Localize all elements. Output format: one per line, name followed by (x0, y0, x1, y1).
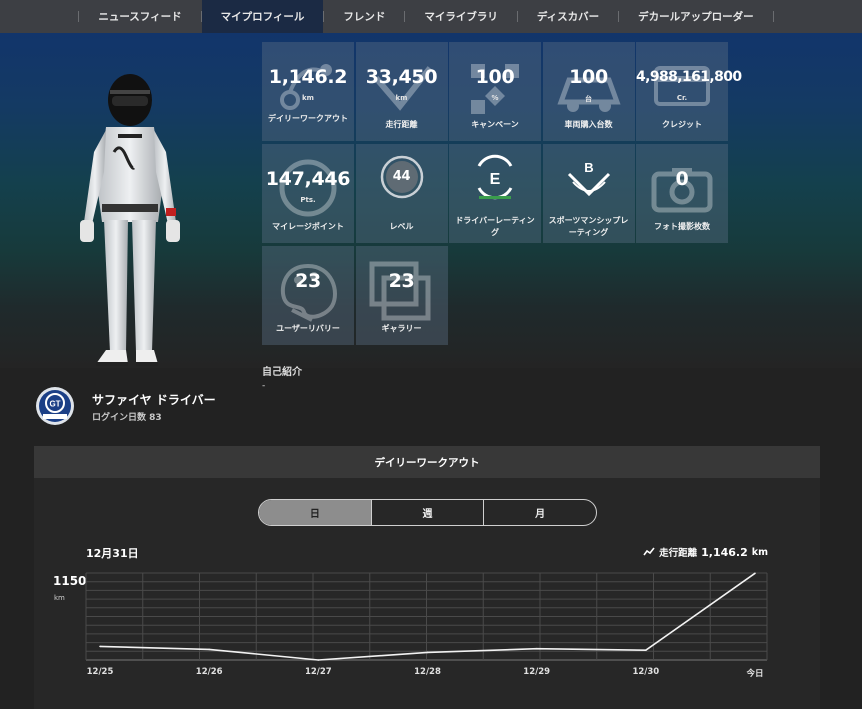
stat-label: レベル (389, 222, 414, 231)
stat-label: マイレージポイント (272, 222, 344, 231)
stat-label: ユーザーリバリー (276, 324, 340, 333)
chart-date: 12月31日 (86, 547, 139, 560)
nav-item-2[interactable]: フレンド (324, 0, 404, 33)
nav-item-4[interactable]: ディスカバー (518, 0, 618, 33)
stat-value: 4,988,161,800 (636, 69, 742, 85)
driver-avatar (80, 74, 180, 366)
stat-tile-3[interactable]: 100 台車両購入台数 (542, 42, 635, 141)
y-axis-max-label: 1150 (53, 574, 87, 588)
nav-item-5[interactable]: デカールアップローダー (619, 0, 773, 33)
stat-tile-5[interactable]: 147,446 Pts. マイレージポイント (262, 144, 354, 243)
stat-label: 車両購入台数 (564, 120, 613, 129)
stat-tile-6[interactable]: 44 レベル (355, 144, 448, 243)
stat-tile-2[interactable]: 100% キャンペーン (449, 42, 541, 141)
stat-label: ドライバーレーティング (455, 216, 535, 237)
stat-label: クレジット (662, 120, 702, 129)
stat-tile-9[interactable]: 0 フォト撮影枚数 (636, 144, 728, 243)
stat-value: 23 (388, 270, 415, 292)
stat-value: 33,450 (365, 66, 438, 88)
stat-tile-10[interactable]: 23 ユーザーリバリー (262, 246, 354, 345)
period-tab-1[interactable]: 週 (372, 500, 485, 525)
stat-label: フォト撮影枚数 (654, 222, 710, 231)
nav-item-1[interactable]: マイプロフィール (201, 0, 324, 33)
stat-label: キャンペーン (471, 120, 519, 129)
nav-list: ニュースフィード マイプロフィール フレンド マイライブラリ ディスカバー デカールアップ… (78, 0, 774, 33)
stat-tile-4[interactable]: 4,988,161,800 Cr. クレジット (636, 42, 742, 141)
period-tab-2[interactable]: 月 (484, 500, 596, 525)
distance-unit: km (751, 546, 768, 558)
x-tick-label: 今日 (746, 669, 764, 679)
distance-label: 走行距離 (659, 548, 698, 559)
distance-value: 1,146.2 (701, 545, 748, 559)
sportsmanship-rating-b-icon: B (567, 160, 610, 197)
driver-rating-letter: E (490, 171, 501, 188)
stat-tile-11[interactable]: 23 ギャラリー (355, 246, 448, 345)
profile-username: サファイヤ ドライバー (92, 393, 216, 407)
nav-item-0[interactable]: ニュースフィード (79, 0, 200, 33)
x-tick-label: 12/29 (523, 667, 551, 677)
trend-line-icon (643, 547, 655, 556)
stat-value: 147,446 (265, 168, 351, 190)
stat-value: 100 (475, 66, 515, 88)
stat-tile-7[interactable]: E ドライバーレーティング (449, 144, 541, 243)
stat-unit: Pts. (300, 196, 316, 204)
sportsmanship-rating-letter: B (584, 160, 593, 175)
stat-value: 1,146.2 (268, 66, 348, 88)
distance-summary: 走行距離 1,146.2 km (643, 545, 768, 559)
stat-unit: % (491, 94, 499, 102)
stat-unit: 台 (585, 95, 592, 103)
workout-panel-header: デイリーワークアウト (34, 446, 820, 478)
x-tick-label: 12/25 (86, 667, 114, 677)
stat-value: 100 (569, 66, 608, 88)
stat-label: 走行距離 (385, 120, 418, 129)
x-tick-label: 12/30 (632, 667, 660, 677)
driver-rating-e-icon: E (477, 154, 513, 200)
x-tick-label: 12/26 (195, 667, 223, 677)
stat-value: 0 (675, 168, 689, 190)
period-tab-0[interactable]: 日 (259, 500, 372, 525)
stat-tile-1[interactable]: 33,450 km 走行距離 (355, 42, 448, 141)
sportsmanship-badge-icon: GT (36, 387, 74, 425)
stat-unit: Cr. (676, 94, 688, 102)
stats-grid: 1,146.2 km デイリーワークアウト 33,450 km 走行距離 100% キャンペー… (262, 42, 742, 345)
top-navigation: ニュースフィード マイプロフィール フレンド マイライブラリ ディスカバー デカールアップ… (0, 0, 862, 33)
svg-text:GT: GT (49, 400, 60, 409)
stat-label: デイリーワークアウト (268, 114, 348, 123)
nav-separator (772, 11, 774, 22)
route-icon (280, 64, 332, 110)
stat-tile-0[interactable]: 1,146.2 km デイリーワークアウト (262, 42, 354, 141)
period-segmented-control: 日週月 (258, 499, 597, 526)
stat-label: ギャラリー (381, 324, 422, 333)
stat-unit: km (302, 94, 314, 102)
stat-tile-8[interactable]: B スポーツマンシップレーティング (542, 144, 635, 243)
workout-title: デイリーワークアウト (374, 456, 480, 469)
intro-text: - (262, 381, 266, 391)
stat-label: スポーツマンシップレーティング (548, 216, 629, 237)
stat-unit: km (395, 94, 408, 102)
intro-title: 自己紹介 (262, 367, 302, 378)
x-tick-label: 12/28 (414, 667, 441, 677)
stat-value: 23 (295, 270, 321, 292)
x-tick-label: 12/27 (304, 667, 332, 677)
y-axis-unit: km (54, 594, 65, 602)
nav-item-3[interactable]: マイライブラリ (405, 0, 517, 33)
stat-value: 44 (392, 169, 411, 184)
login-days: ログイン日数 83 (92, 413, 162, 423)
